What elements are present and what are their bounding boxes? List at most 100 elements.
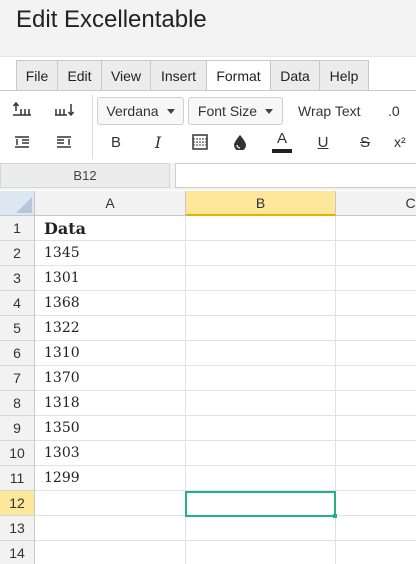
formula-input[interactable] [175,163,416,188]
cell-b11[interactable] [186,466,336,491]
toolbar-divider [92,95,93,159]
cell-b9[interactable] [186,416,336,441]
row-header[interactable]: 7 [0,366,35,391]
chevron-down-icon [166,108,175,114]
cell-b2[interactable] [186,241,336,266]
cell-b13[interactable] [186,516,336,541]
cell-c10[interactable] [336,441,416,466]
cell-a2[interactable]: 1345 [35,241,186,266]
cell-c13[interactable] [336,516,416,541]
text-color-icon[interactable]: A [270,129,294,155]
cell-c2[interactable] [336,241,416,266]
row-header[interactable]: 11 [0,466,35,491]
cell-c9[interactable] [336,416,416,441]
cell-a10[interactable]: 1303 [35,441,186,466]
fill-handle[interactable] [333,514,337,518]
column-header-c[interactable]: C [336,191,416,216]
divider [0,56,416,57]
cell-b1[interactable] [186,216,336,241]
cell-c1[interactable] [336,216,416,241]
cell-a13[interactable] [35,516,186,541]
cell-b10[interactable] [186,441,336,466]
cell-c7[interactable] [336,366,416,391]
fill-color-icon[interactable] [228,131,252,153]
cell-c6[interactable] [336,341,416,366]
cell-a3[interactable]: 1301 [35,266,186,291]
row-header[interactable]: 2 [0,241,35,266]
row-header[interactable]: 13 [0,516,35,541]
cell-b5[interactable] [186,316,336,341]
cell-reference-box[interactable]: B12 [0,163,170,188]
font-family-select[interactable]: Verdana [97,97,184,125]
cell-c8[interactable] [336,391,416,416]
row-header[interactable]: 9 [0,416,35,441]
font-family-value: Verdana [106,103,159,119]
cell-a14[interactable] [35,541,186,564]
format-toolbar: Verdana Font Size Wrap Text .0 B I A U S… [0,91,416,163]
cell-c3[interactable] [336,266,416,291]
chevron-down-icon [265,108,274,114]
wrap-text-button[interactable]: Wrap Text [298,103,361,119]
tab-format[interactable]: Format [206,60,271,91]
cell-c12[interactable] [336,491,416,516]
cell-b7[interactable] [186,366,336,391]
cell-c11[interactable] [336,466,416,491]
insert-column-left-icon[interactable] [52,99,76,121]
tab-data[interactable]: Data [270,60,320,91]
cell-a11[interactable]: 1299 [35,466,186,491]
cell-b4[interactable] [186,291,336,316]
formula-bar: B12 [0,163,416,190]
insert-column-right-icon[interactable] [52,131,76,153]
row-header[interactable]: 5 [0,316,35,341]
tab-view[interactable]: View [101,60,151,91]
app-title: Edit Excellentable [16,6,207,33]
column-header-a[interactable]: A [35,191,186,216]
cell-selection-border[interactable] [185,491,337,518]
text-color-letter: A [276,130,287,147]
title-bar: Edit Excellentable [0,0,416,56]
cell-a4[interactable]: 1368 [35,291,186,316]
strikethrough-button[interactable]: S [353,131,377,153]
cell-c4[interactable] [336,291,416,316]
decimal-format-button[interactable]: .0 [388,103,400,119]
row-header[interactable]: 8 [0,391,35,416]
cell-a8[interactable]: 1318 [35,391,186,416]
menu-tabs: File Edit View Insert Format Data Help [16,60,369,91]
text-color-swatch [272,149,292,153]
tab-edit[interactable]: Edit [57,60,102,91]
cell-b8[interactable] [186,391,336,416]
row-header[interactable]: 6 [0,341,35,366]
cell-b14[interactable] [186,541,336,564]
cell-c14[interactable] [336,541,416,564]
cell-a12[interactable] [35,491,186,516]
cell-a9[interactable]: 1350 [35,416,186,441]
tab-insert[interactable]: Insert [150,60,207,91]
column-header-b[interactable]: B [186,191,336,216]
cell-c5[interactable] [336,316,416,341]
tab-help[interactable]: Help [319,60,369,91]
italic-button[interactable]: I [146,131,170,153]
font-size-select[interactable]: Font Size [188,97,283,125]
row-header[interactable]: 4 [0,291,35,316]
insert-row-below-icon[interactable] [10,131,34,153]
row-header[interactable]: 1 [0,216,35,241]
cell-a6[interactable]: 1310 [35,341,186,366]
insert-row-above-icon[interactable] [10,99,34,121]
row-header-selected[interactable]: 12 [0,491,35,516]
spreadsheet-grid: A B C 1 Data 2 1345 3 1301 4 1368 5 1322… [0,191,416,564]
cell-a5[interactable]: 1322 [35,316,186,341]
borders-icon[interactable] [188,131,212,153]
cell-a7[interactable]: 1370 [35,366,186,391]
font-size-value: Font Size [197,103,258,119]
tab-file[interactable]: File [16,60,58,91]
superscript-button[interactable]: x² [394,131,416,153]
underline-button[interactable]: U [311,131,335,153]
cell-b3[interactable] [186,266,336,291]
bold-button[interactable]: B [104,131,128,153]
row-header[interactable]: 10 [0,441,35,466]
cell-b6[interactable] [186,341,336,366]
row-header[interactable]: 14 [0,541,35,564]
cell-a1[interactable]: Data [35,216,186,241]
select-all-corner[interactable] [0,191,35,216]
row-header[interactable]: 3 [0,266,35,291]
